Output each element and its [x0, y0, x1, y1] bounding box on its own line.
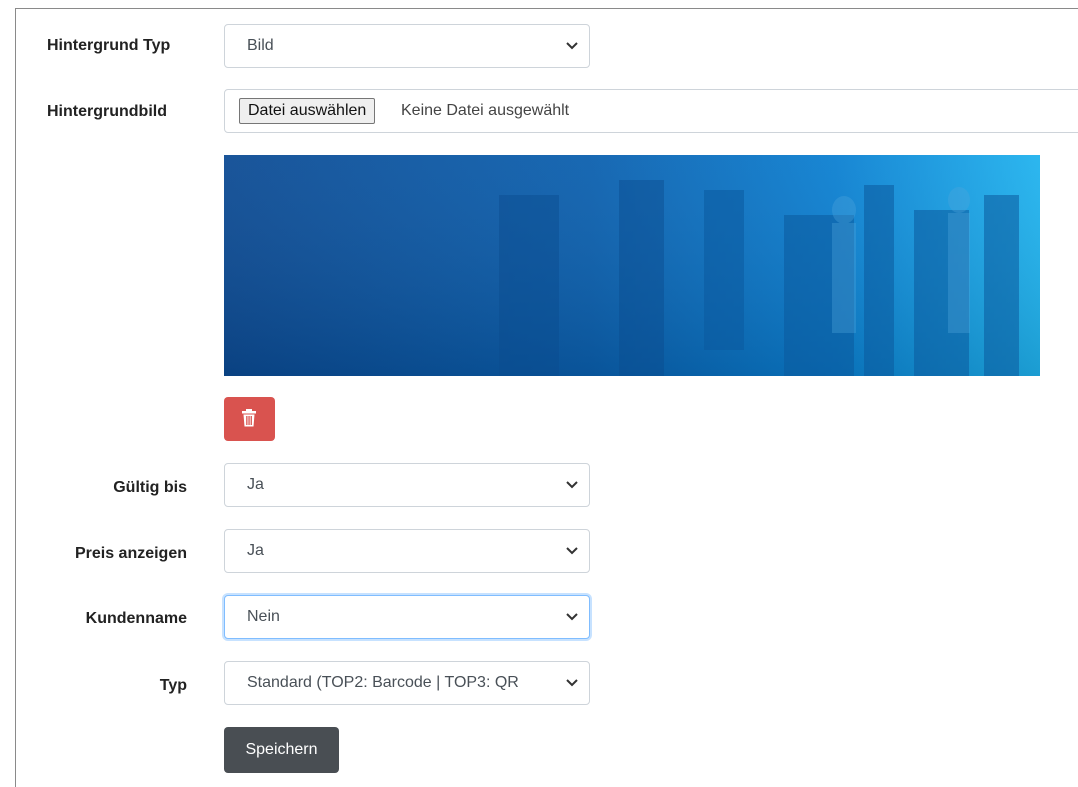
background-type-value: Bild — [247, 37, 274, 54]
valid-until-value: Ja — [247, 476, 264, 493]
customer-name-label: Kundenname — [85, 610, 187, 627]
file-status-text: Keine Datei ausgewählt — [401, 102, 570, 119]
type-value: Standard (TOP2: Barcode | TOP3: QR — [247, 674, 519, 691]
background-type-select[interactable]: Bild — [224, 24, 590, 68]
chevron-down-icon — [566, 613, 578, 621]
background-image-label: Hintergrundbild — [47, 103, 167, 120]
customer-name-select[interactable]: Nein — [224, 595, 590, 639]
save-button[interactable]: Speichern — [224, 727, 339, 773]
valid-until-label: Gültig bis — [113, 479, 187, 496]
background-image-preview — [224, 155, 1040, 376]
chevron-down-icon — [566, 547, 578, 555]
valid-until-select[interactable]: Ja — [224, 463, 590, 507]
background-type-label: Hintergrund Typ — [47, 37, 171, 54]
show-price-select[interactable]: Ja — [224, 529, 590, 573]
chevron-down-icon — [566, 481, 578, 489]
choose-file-button[interactable]: Datei auswählen — [239, 98, 376, 124]
type-select[interactable]: Standard (TOP2: Barcode | TOP3: QR — [224, 661, 590, 705]
customer-name-value: Nein — [247, 608, 280, 625]
type-label: Typ — [159, 677, 187, 694]
trash-icon — [242, 409, 256, 427]
show-price-value: Ja — [247, 542, 264, 559]
background-image-file-input[interactable]: Datei auswählen Keine Datei ausgewählt — [224, 89, 1078, 133]
show-price-label: Preis anzeigen — [74, 545, 187, 562]
delete-image-button[interactable] — [224, 397, 275, 441]
chevron-down-icon — [566, 42, 578, 50]
chevron-down-icon — [566, 679, 578, 687]
